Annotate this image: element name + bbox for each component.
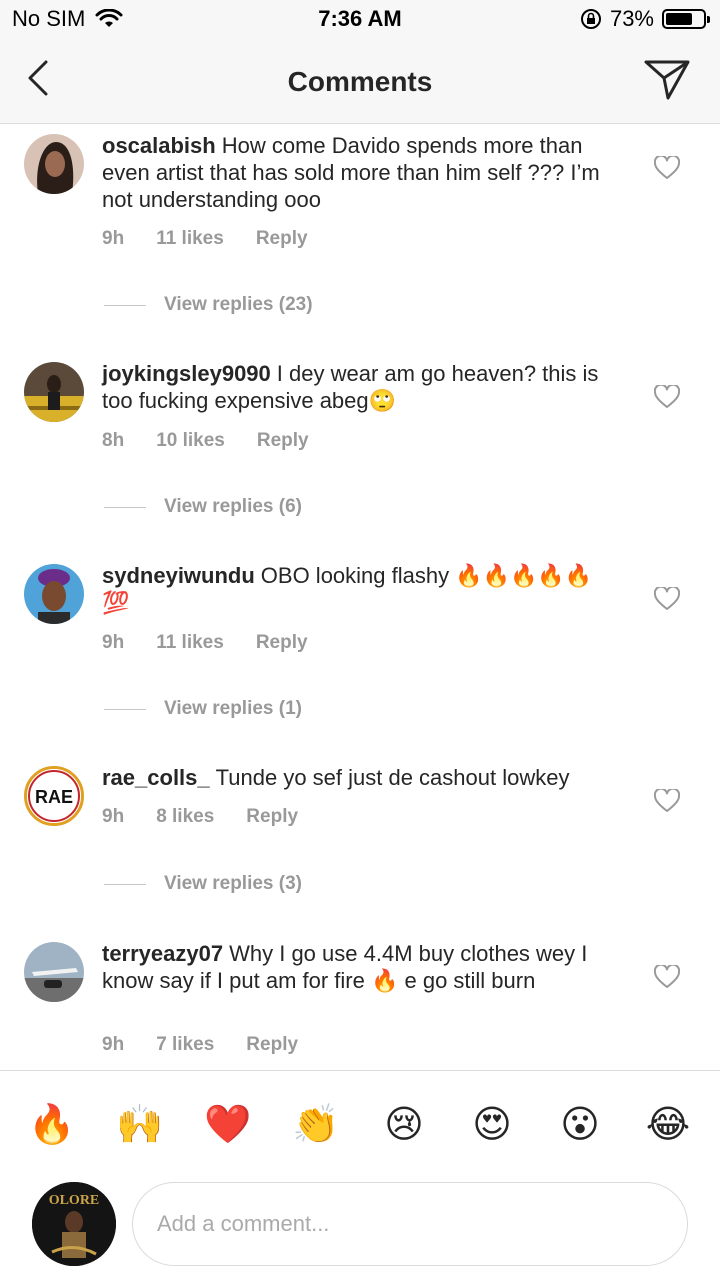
avatar-logo-text: OLORE <box>49 1193 100 1208</box>
avatar[interactable] <box>24 942 84 1002</box>
heart-icon[interactable] <box>654 156 680 180</box>
heart-emoji-button[interactable]: ❤️ <box>204 1101 252 1149</box>
avatar[interactable] <box>24 134 84 194</box>
paper-plane-icon[interactable] <box>642 56 692 102</box>
comment-username[interactable]: oscalabish <box>102 133 216 158</box>
nav-bar: Comments <box>0 40 720 124</box>
view-replies-button[interactable]: View replies (1) <box>104 698 302 720</box>
comment-likes[interactable]: 7 likes <box>156 1034 214 1056</box>
comment-likes[interactable]: 8 likes <box>156 806 214 828</box>
laughing-emoji-button[interactable]: 😂 <box>644 1101 692 1149</box>
comment-text: Tunde yo sef just de cashout lowkey <box>215 765 570 790</box>
comment-username[interactable]: rae_colls_ <box>102 765 210 790</box>
view-replies-label: View replies (1) <box>164 698 302 719</box>
reply-button[interactable]: Reply <box>256 228 308 250</box>
comment-time: 9h <box>102 632 125 653</box>
emoji-bar: 🔥 🙌 ❤️ 👏 😢 😍 😮 😂 <box>0 1070 720 1178</box>
view-replies-label: View replies (23) <box>164 294 313 315</box>
view-replies-label: View replies (6) <box>164 496 302 517</box>
comment-time: 9h <box>102 228 125 249</box>
page-title: Comments <box>287 66 433 97</box>
avatar[interactable]: RAE <box>24 766 84 826</box>
comment-likes[interactable]: 11 likes <box>156 228 224 250</box>
comment-likes[interactable]: 11 likes <box>156 632 224 654</box>
orientation-lock-icon <box>580 9 601 29</box>
comment-username[interactable]: terryeazy07 <box>102 941 223 966</box>
heart-icon[interactable] <box>654 965 680 989</box>
comment-username[interactable]: joykingsley9090 <box>102 361 271 386</box>
reply-button[interactable]: Reply <box>246 806 298 828</box>
comment-time: 9h <box>102 1034 125 1055</box>
battery-icon <box>662 9 710 29</box>
heart-eyes-emoji-button[interactable]: 😍 <box>468 1101 516 1149</box>
crying-emoji-button[interactable]: 😢 <box>380 1101 428 1149</box>
clap-emoji-button[interactable]: 👏 <box>292 1101 340 1149</box>
reply-button[interactable]: Reply <box>256 632 308 654</box>
comment-time: 8h <box>102 430 125 451</box>
view-replies-button[interactable]: View replies (23) <box>104 294 313 316</box>
reply-button[interactable]: Reply <box>257 430 309 452</box>
heart-icon[interactable] <box>654 587 680 611</box>
heart-icon[interactable] <box>654 789 680 813</box>
view-replies-button[interactable]: View replies (6) <box>104 496 302 518</box>
view-replies-button[interactable]: View replies (3) <box>104 873 302 895</box>
status-bar: No SIM 7:36 AM 73% <box>0 0 720 40</box>
comment-likes[interactable]: 10 likes <box>156 430 225 452</box>
avatar[interactable] <box>24 362 84 422</box>
comment-username[interactable]: sydneyiwundu <box>102 563 255 588</box>
surprised-emoji-button[interactable]: 😮 <box>556 1101 604 1149</box>
comment-time: 9h <box>102 806 125 827</box>
comment-input[interactable] <box>132 1182 688 1266</box>
avatar-logo-text: RAE <box>35 787 73 807</box>
view-replies-label: View replies (3) <box>164 873 302 894</box>
avatar[interactable] <box>24 564 84 624</box>
avatar: OLORE <box>32 1182 116 1266</box>
comments-list[interactable]: oscalabish How come Davido spends more th… <box>0 124 720 1070</box>
fire-emoji-button[interactable]: 🔥 <box>28 1101 76 1149</box>
reply-button[interactable]: Reply <box>246 1034 298 1056</box>
comment-composer: OLORE <box>0 1178 720 1280</box>
heart-icon[interactable] <box>654 385 680 409</box>
battery-percent: 73% <box>609 6 654 31</box>
raised-hands-emoji-button[interactable]: 🙌 <box>116 1101 164 1149</box>
